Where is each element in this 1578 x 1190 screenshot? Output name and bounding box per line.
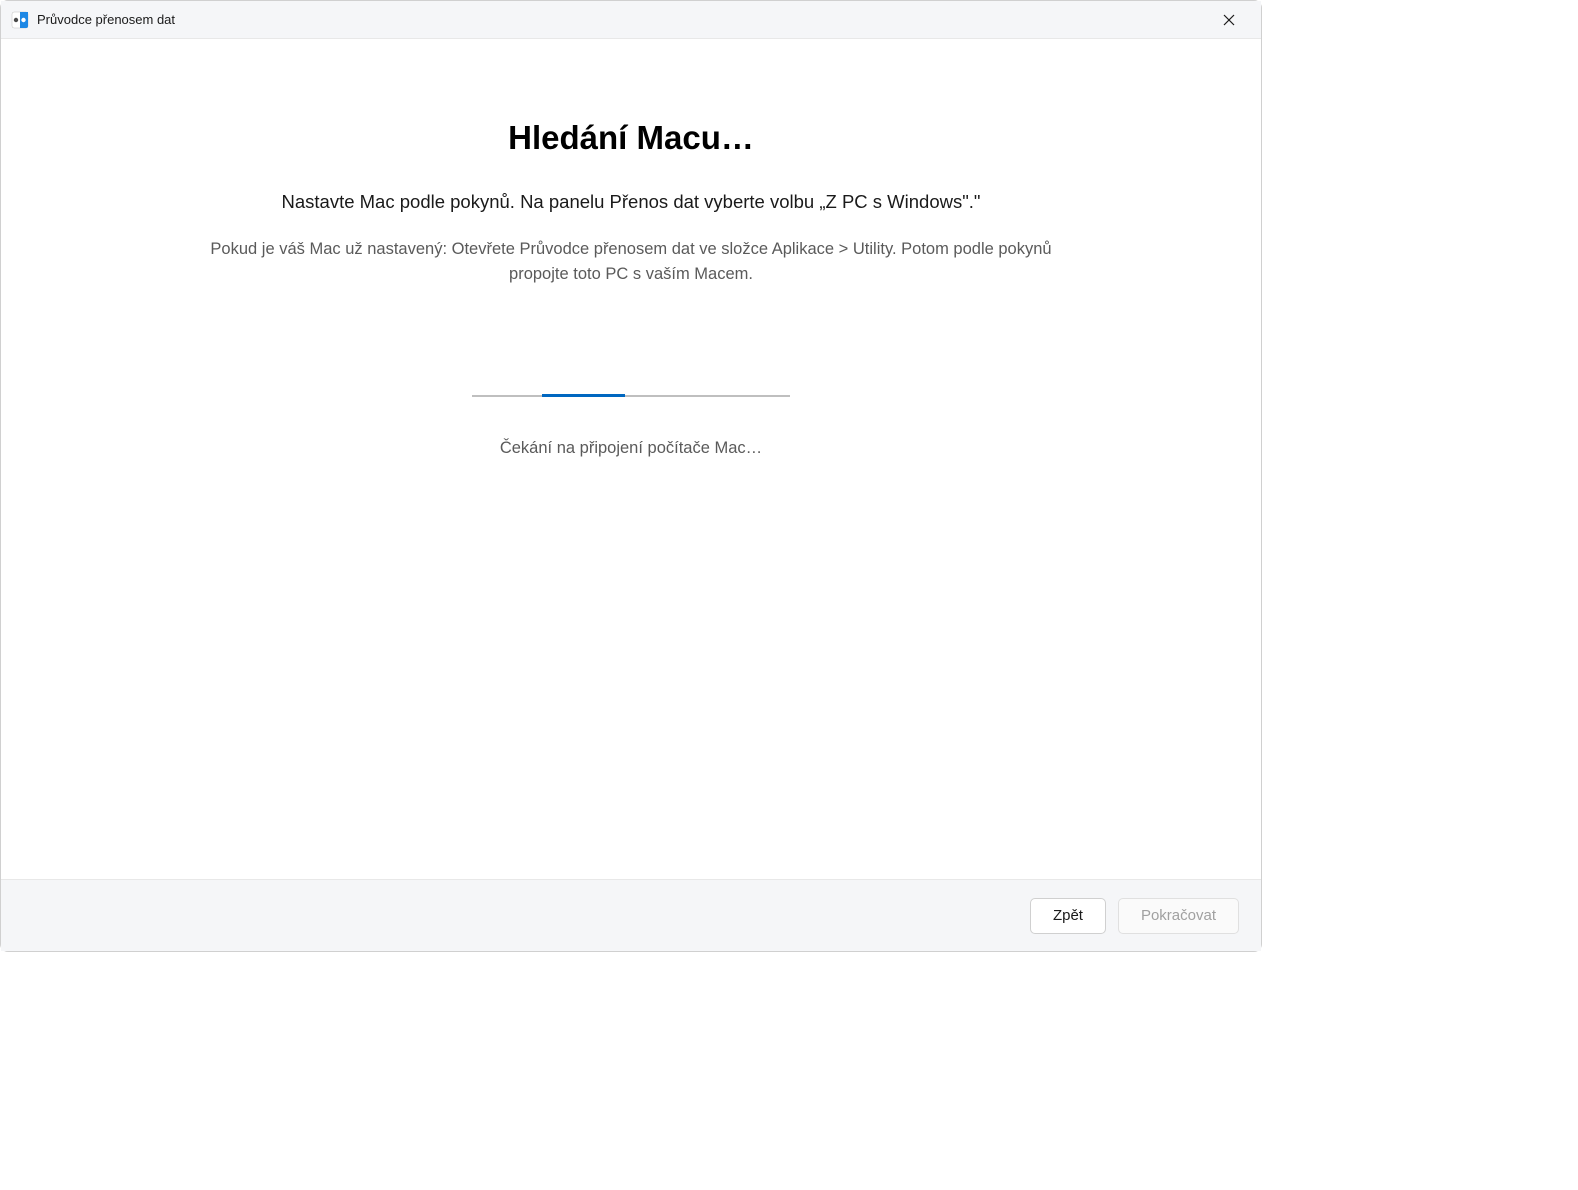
waiting-status: Čekání na připojení počítače Mac… [500, 439, 762, 458]
back-button[interactable]: Zpět [1030, 898, 1106, 934]
footer: Zpět Pokračovat [1, 879, 1261, 951]
main-content: Hledání Macu… Nastavte Mac podle pokynů.… [1, 39, 1261, 879]
continue-button: Pokračovat [1118, 898, 1239, 934]
titlebar: Průvodce přenosem dat [1, 1, 1261, 39]
instruction-text: Nastavte Mac podle pokynů. Na panelu Pře… [282, 191, 981, 213]
page-heading: Hledání Macu… [508, 119, 754, 157]
app-icon [11, 11, 29, 29]
close-icon [1223, 14, 1235, 26]
window-title: Průvodce přenosem dat [37, 12, 1207, 27]
subtext: Pokud je váš Mac už nastavený: Otevřete … [191, 237, 1071, 287]
progress-bar [472, 395, 790, 397]
close-button[interactable] [1207, 4, 1251, 36]
progress-fill [542, 394, 625, 397]
